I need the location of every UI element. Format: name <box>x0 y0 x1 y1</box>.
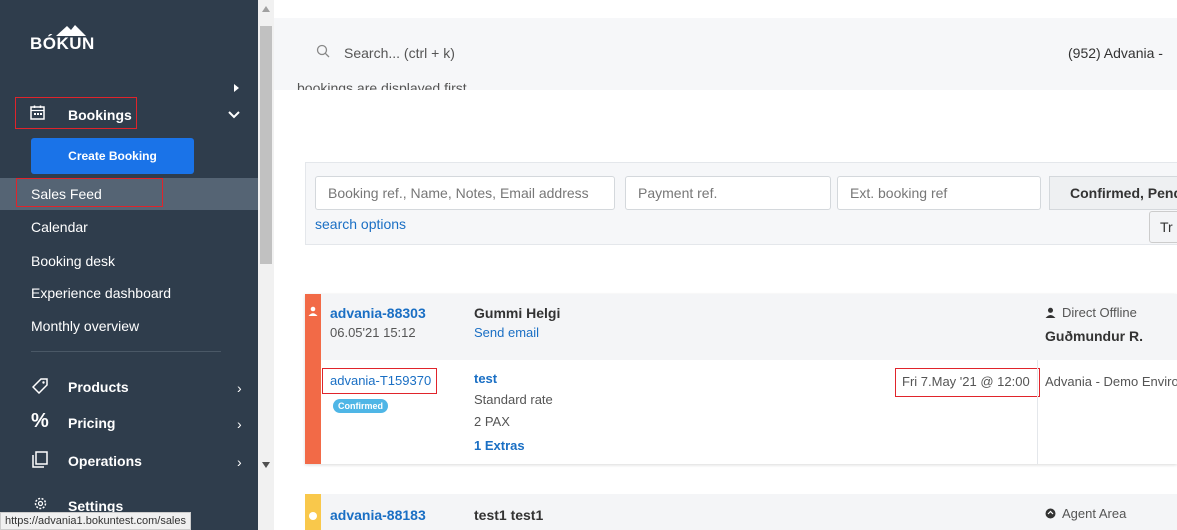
global-search-input[interactable]: Search... (ctrl + k) <box>344 45 455 61</box>
customer-name: Gummi Helgi <box>474 305 561 321</box>
rate-name: Standard rate <box>474 392 553 407</box>
gear-icon <box>34 497 47 510</box>
agent-icon <box>1045 508 1056 519</box>
sidebar: BÓKUN Bookings Create Booking Sales Feed… <box>0 0 258 530</box>
copy-icon <box>32 451 48 468</box>
account-name[interactable]: (952) Advania - <box>1068 45 1163 61</box>
scroll-down-arrow-icon[interactable] <box>262 462 270 468</box>
booking-ref-link[interactable]: advania-88183 <box>330 507 426 523</box>
booking-ref-link[interactable]: advania-88303 <box>330 305 426 321</box>
status-dot-icon <box>309 512 317 520</box>
booking-status-strip <box>305 494 321 530</box>
chevron-down-icon <box>228 111 240 119</box>
scroll-up-arrow-icon[interactable] <box>262 6 270 12</box>
pricing-label: Pricing <box>68 415 116 431</box>
booking-date: Fri 7.May '21 @ 12:00 <box>902 374 1030 389</box>
booking-datetime: 06.05'21 15:12 <box>330 325 416 340</box>
customer-name: test1 test1 <box>474 507 544 523</box>
booking-status-strip <box>305 294 321 464</box>
percent-icon: % <box>31 410 49 432</box>
sidebar-collapse-arrow-icon[interactable] <box>234 84 239 92</box>
filter-panel: Booking ref., Name, Notes, Email address… <box>305 162 1177 245</box>
sidebar-item-experience-dashboard[interactable]: Experience dashboard <box>31 285 171 301</box>
ext-booking-ref-input[interactable]: Ext. booking ref <box>837 176 1041 210</box>
sidebar-divider <box>31 351 221 352</box>
status-bar-url: https://advania1.bokuntest.com/sales <box>0 512 191 530</box>
item-ref-link[interactable]: advania-T159370 <box>330 373 431 388</box>
create-booking-button[interactable]: Create Booking <box>31 138 194 174</box>
pax-count: 2 PAX <box>474 414 510 429</box>
payment-ref-input[interactable]: Payment ref. <box>625 176 831 210</box>
send-email-link[interactable]: Send email <box>474 325 539 340</box>
status-filter-dropdown[interactable]: Confirmed, Pend <box>1049 176 1177 210</box>
info-text: bookings are displayed first. <box>297 80 471 90</box>
column-divider <box>1037 360 1038 464</box>
sidebar-item-bookings[interactable]: Bookings <box>14 96 254 134</box>
operations-label: Operations <box>68 453 142 469</box>
search-icon <box>316 44 330 58</box>
chevron-right-icon: › <box>237 380 242 396</box>
sidebar-item-operations[interactable]: Operations › <box>0 445 258 477</box>
status-badge: Confirmed <box>333 399 388 413</box>
logo-text: BÓKUN <box>30 34 95 53</box>
sidebar-item-calendar[interactable]: Calendar <box>31 219 88 235</box>
search-options-link[interactable]: search options <box>315 216 406 232</box>
extras-link[interactable]: 1 Extras <box>474 438 525 453</box>
person-icon <box>308 306 318 316</box>
booking-card-header <box>321 294 1177 360</box>
sidebar-item-products[interactable]: Products › <box>0 371 258 403</box>
bookings-label: Bookings <box>68 107 132 123</box>
products-label: Products <box>68 379 129 395</box>
product-link[interactable]: test <box>474 371 497 386</box>
sales-feed-label: Sales Feed <box>31 186 102 202</box>
sidebar-item-booking-desk[interactable]: Booking desk <box>31 253 115 269</box>
vendor-name: Advania - Demo Enviro <box>1045 374 1177 389</box>
chevron-right-icon: › <box>237 416 242 432</box>
booking-search-input[interactable]: Booking ref., Name, Notes, Email address <box>315 176 615 210</box>
booking-channel: Direct Offline <box>1062 305 1137 320</box>
booking-channel: Agent Area <box>1062 506 1127 521</box>
sidebar-item-sales-feed[interactable]: Sales Feed <box>0 178 258 210</box>
person-icon <box>1045 307 1056 318</box>
sidebar-item-monthly-overview[interactable]: Monthly overview <box>31 318 139 334</box>
sidebar-scrollbar[interactable] <box>258 0 274 530</box>
sidebar-item-pricing[interactable]: % Pricing › <box>0 407 258 439</box>
chevron-right-icon: › <box>237 454 242 470</box>
scroll-thumb[interactable] <box>260 26 272 264</box>
tag-icon <box>32 378 48 394</box>
tr-button[interactable]: Tr <box>1149 211 1177 243</box>
bokun-logo[interactable]: BÓKUN <box>30 24 110 53</box>
seller-name: Guðmundur R. <box>1045 328 1143 344</box>
calendar-icon <box>30 105 45 120</box>
